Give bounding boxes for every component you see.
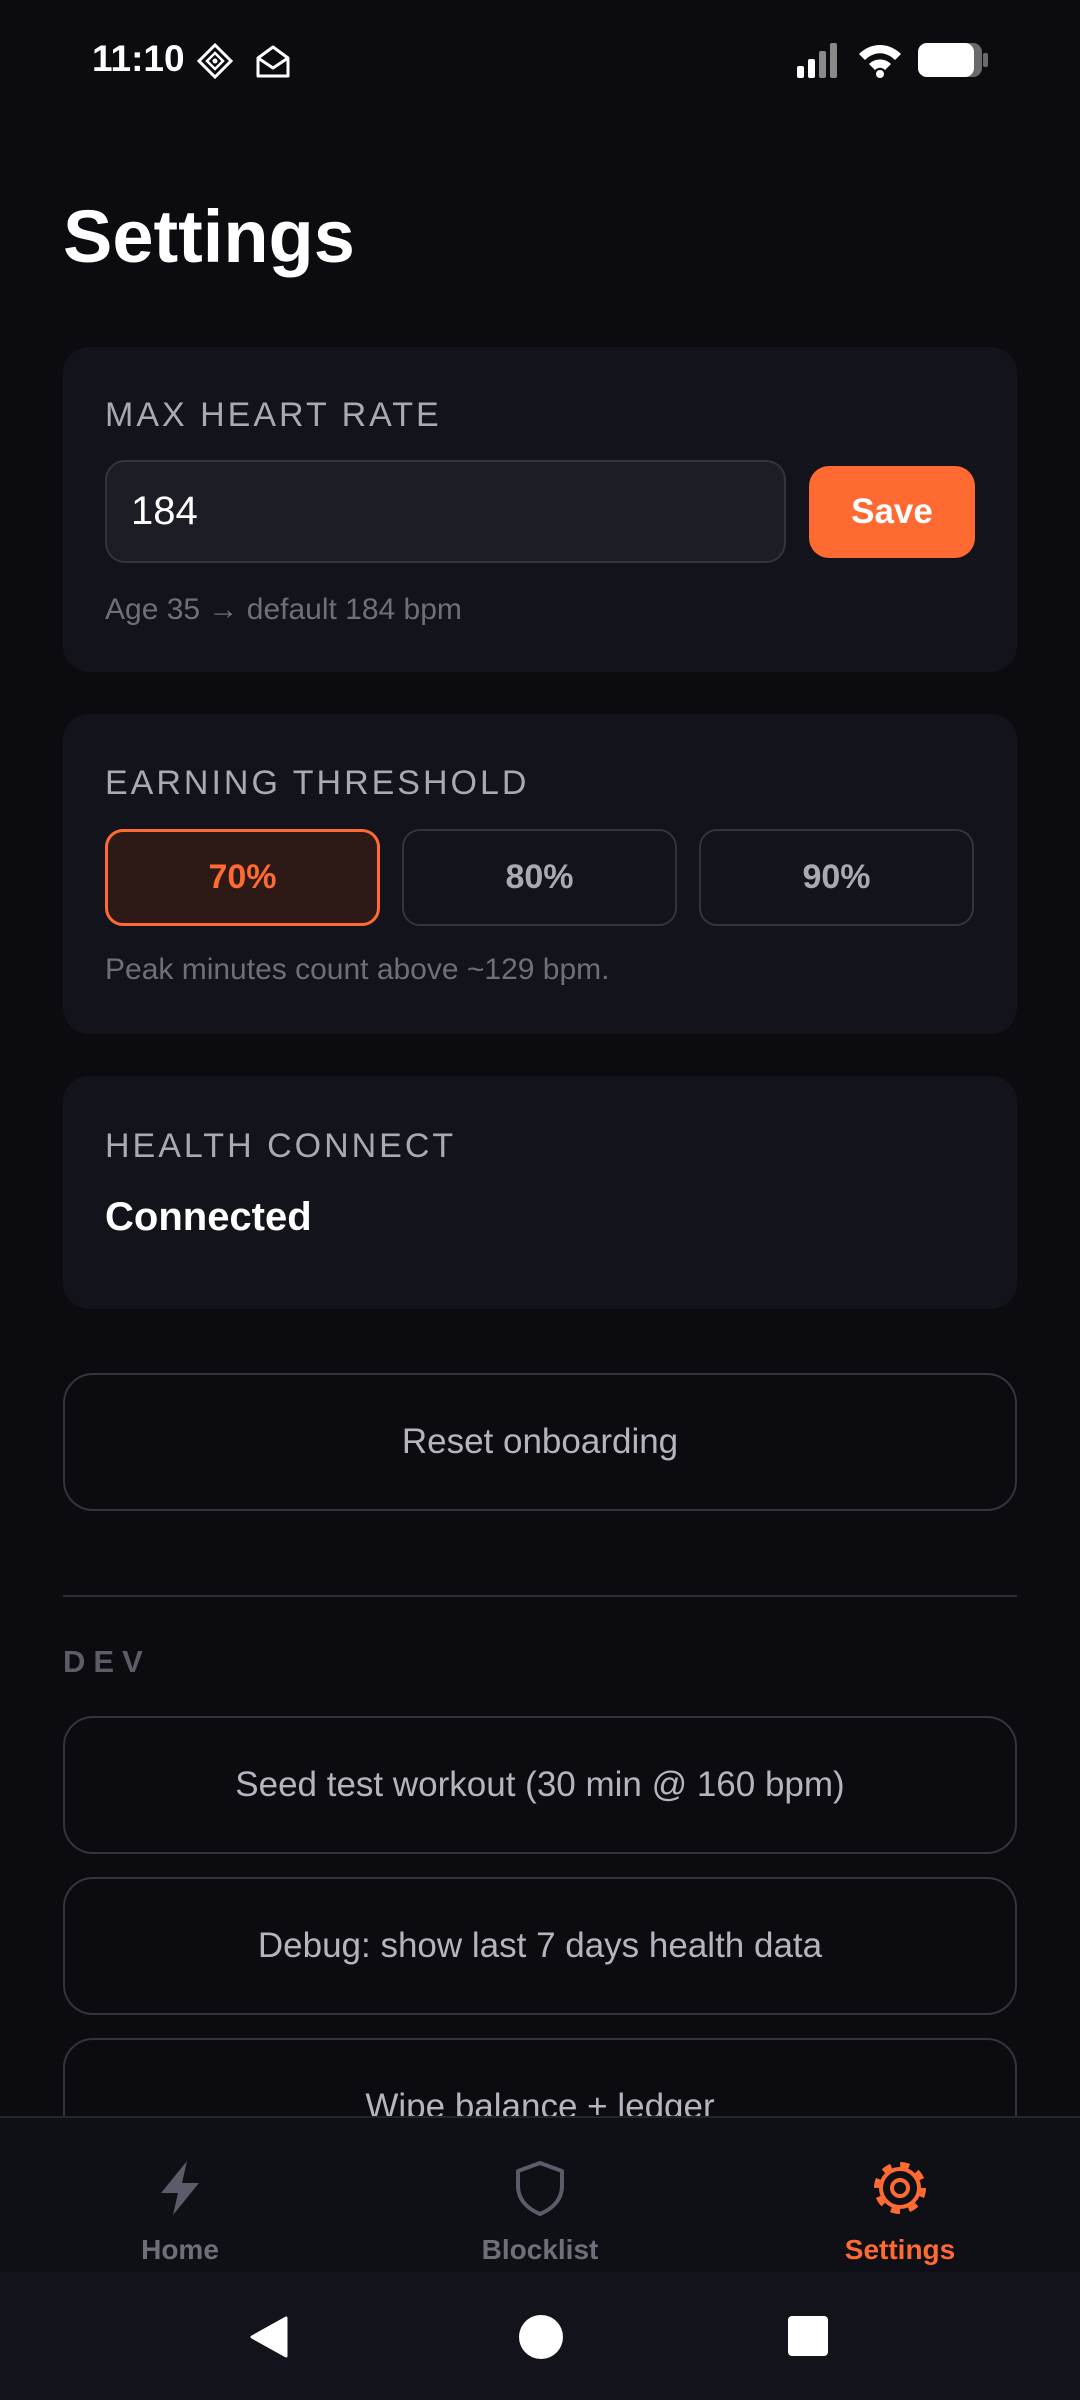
bottom-nav: Home Blocklist Settings: [0, 2116, 1080, 2274]
seed-test-workout-button[interactable]: Seed test workout (30 min @ 160 bpm): [63, 1716, 1017, 1854]
home-icon[interactable]: [518, 2314, 564, 2360]
page-title: Settings: [63, 195, 355, 278]
lightning-icon: [161, 2161, 199, 2215]
nav-label-blocklist: Blocklist: [481, 2234, 599, 2265]
gear-icon: [874, 2162, 926, 2214]
wifi-icon: [859, 45, 901, 78]
dev-section-label: DEV: [63, 1644, 151, 1679]
signal-icon: [797, 43, 837, 78]
nav-item-settings[interactable]: Settings: [720, 2118, 1080, 2274]
divider: [63, 1595, 1017, 1597]
threshold-option-90[interactable]: 90%: [699, 829, 974, 926]
status-bar: 11:10: [0, 0, 1080, 124]
earning-threshold-hint: Peak minutes count above ~129 bpm.: [105, 953, 610, 986]
back-icon[interactable]: [246, 2314, 292, 2360]
system-nav-bar: [0, 2272, 1080, 2400]
nav-label-home: Home: [141, 2234, 219, 2265]
reset-onboarding-button[interactable]: Reset onboarding: [63, 1373, 1017, 1511]
debug-health-data-button[interactable]: Debug: show last 7 days health data: [63, 1877, 1017, 2015]
max-heart-rate-label: MAX HEART RATE: [105, 396, 442, 434]
shield-icon: [516, 2161, 564, 2216]
earning-threshold-card: EARNING THRESHOLD 70% 80% 90% Peak minut…: [63, 714, 1017, 1034]
status-time: 11:10: [92, 38, 185, 79]
nav-item-blocklist[interactable]: Blocklist: [360, 2118, 720, 2274]
recents-icon[interactable]: [787, 2315, 829, 2357]
threshold-option-80[interactable]: 80%: [402, 829, 677, 926]
app-notification-icon: [196, 42, 234, 80]
nav-label-settings: Settings: [844, 2234, 956, 2265]
health-connect-label: HEALTH CONNECT: [105, 1127, 457, 1165]
max-heart-rate-hint: Age 35 → default 184 bpm: [105, 593, 462, 626]
max-heart-rate-input[interactable]: [105, 460, 786, 563]
threshold-option-70[interactable]: 70%: [105, 829, 380, 926]
mail-icon: [256, 45, 290, 78]
health-connect-card: HEALTH CONNECT Connected: [63, 1076, 1017, 1309]
nav-item-home[interactable]: Home: [0, 2118, 360, 2274]
earning-threshold-label: EARNING THRESHOLD: [105, 764, 530, 802]
health-connect-status: Connected: [105, 1195, 312, 1239]
save-button[interactable]: Save: [809, 466, 975, 558]
settings-screen: 11:10 Settings MAX HEART RATE 184 Save A…: [0, 0, 1080, 2400]
max-heart-rate-card: MAX HEART RATE Save Age 35 → default 184…: [63, 347, 1017, 672]
battery-icon: [918, 43, 988, 77]
